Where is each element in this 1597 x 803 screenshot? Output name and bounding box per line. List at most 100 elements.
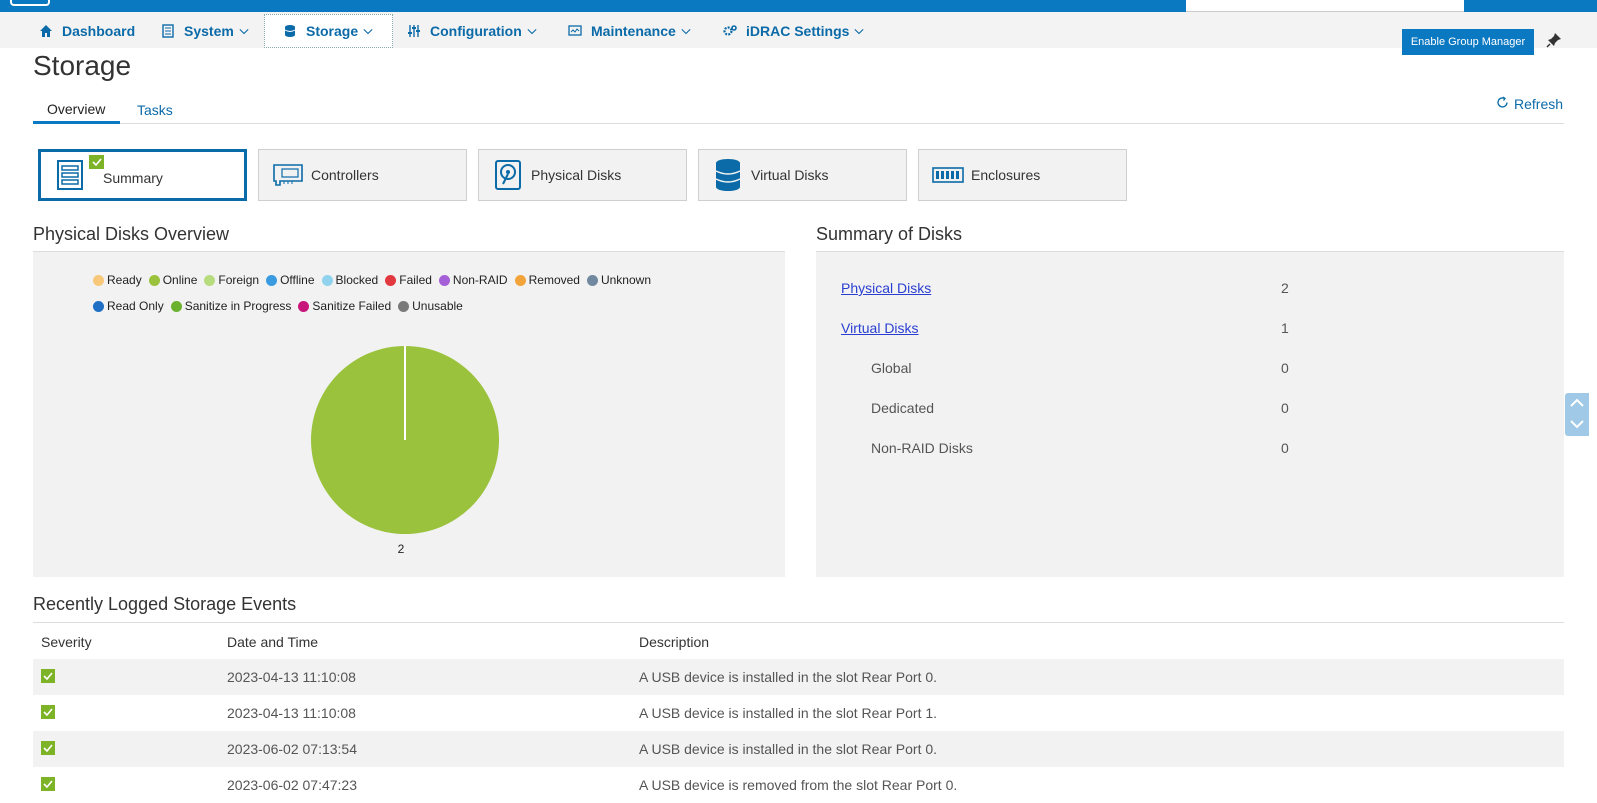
- home-icon: [38, 23, 54, 39]
- enable-group-manager-button[interactable]: Enable Group Manager: [1402, 29, 1534, 55]
- table-row: 2023-06-02 07:47:23 A USB device is remo…: [33, 767, 1564, 803]
- tab-tasks[interactable]: Tasks: [123, 96, 187, 124]
- table-row: 2023-06-02 07:13:54 A USB device is inst…: [33, 731, 1564, 767]
- nav-maintenance[interactable]: Maintenance: [567, 14, 691, 48]
- legend-swatch: [398, 300, 410, 312]
- legend-label: Unknown: [600, 273, 651, 287]
- legend-label: Foreign: [218, 273, 260, 287]
- gears-icon: [722, 23, 738, 39]
- tile-physical-disks[interactable]: Physical Disks: [478, 149, 687, 201]
- tile-virtual-disks[interactable]: Virtual Disks: [698, 149, 907, 201]
- legend-item[interactable]: Sanitize in Progress: [170, 299, 291, 313]
- legend-label: Removed: [528, 273, 580, 287]
- tab-overview[interactable]: Overview: [33, 96, 120, 124]
- column-date-time: Date and Time: [227, 634, 319, 650]
- nav-idrac-settings-label: iDRAC Settings: [746, 23, 850, 39]
- event-date: 2023-06-02 07:13:54: [227, 741, 357, 757]
- legend-label: Unusable: [412, 299, 463, 313]
- non-raid-count: 0: [1281, 440, 1289, 456]
- dedicated-label: Dedicated: [871, 400, 935, 416]
- legend-label: Online: [162, 273, 198, 287]
- search-box-fragment[interactable]: [1186, 0, 1464, 12]
- severity-ok-icon: [41, 705, 55, 719]
- event-description: A USB device is installed in the slot Re…: [639, 669, 938, 685]
- monitor-icon: [567, 23, 583, 39]
- scroll-buttons: [1565, 393, 1589, 436]
- summary-row-physical-disks: Physical Disks 2: [841, 280, 1341, 296]
- table-row: 2023-04-13 11:10:08 A USB device is inst…: [33, 659, 1564, 695]
- global-label: Global: [871, 360, 912, 376]
- pie-chart: [310, 345, 500, 535]
- legend-swatch: [586, 274, 598, 286]
- legend-item[interactable]: Offline: [266, 273, 315, 287]
- refresh-icon: [1496, 96, 1509, 112]
- severity-ok-icon: [41, 669, 55, 683]
- chevron-down-icon: [527, 26, 537, 36]
- legend-swatch: [170, 300, 182, 312]
- legend-swatch: [266, 274, 278, 286]
- legend-item[interactable]: Ready: [93, 273, 142, 287]
- legend-swatch: [514, 274, 526, 286]
- tile-virtual-disks-label: Virtual Disks: [751, 167, 829, 183]
- summary-row-dedicated: Dedicated 0: [871, 400, 1371, 416]
- legend-item[interactable]: Removed: [514, 273, 580, 287]
- legend-label: Failed: [399, 273, 432, 287]
- nav-system[interactable]: System: [160, 14, 249, 48]
- legend-label: Read Only: [107, 299, 164, 313]
- legend-item[interactable]: Unusable: [398, 299, 463, 313]
- legend-label: Sanitize Failed: [312, 299, 392, 313]
- tile-summary-label: Summary: [103, 170, 163, 186]
- legend-item[interactable]: Unknown: [586, 273, 651, 287]
- legend-swatch: [204, 274, 216, 286]
- tile-physical-disks-label: Physical Disks: [531, 167, 622, 183]
- global-count: 0: [1281, 360, 1289, 376]
- event-description: A USB device is installed in the slot Re…: [639, 705, 938, 721]
- scroll-down-icon[interactable]: [1570, 416, 1584, 434]
- pin-icon[interactable]: [1546, 32, 1562, 48]
- main-nav: Dashboard System Storage Configuration M…: [0, 12, 1597, 55]
- chevron-down-icon: [681, 26, 691, 36]
- legend-swatch: [321, 274, 333, 286]
- legend-label: Non-RAID: [452, 273, 508, 287]
- legend-swatch: [438, 274, 450, 286]
- database-icon: [711, 158, 745, 192]
- legend-swatch: [148, 274, 160, 286]
- legend-swatch: [93, 274, 104, 286]
- sliders-icon: [406, 23, 422, 39]
- nav-storage-label: Storage: [306, 23, 359, 39]
- scroll-up-icon[interactable]: [1570, 395, 1584, 413]
- legend-item[interactable]: Non-RAID: [438, 273, 508, 287]
- nav-dashboard[interactable]: Dashboard: [38, 14, 135, 48]
- chevron-down-icon: [363, 26, 373, 36]
- nav-storage[interactable]: Storage: [264, 14, 393, 48]
- refresh-button[interactable]: Refresh: [1496, 96, 1563, 112]
- legend-item[interactable]: Online: [148, 273, 198, 287]
- events-table-header: Severity Date and Time Description: [33, 622, 1564, 658]
- event-date: 2023-04-13 11:10:08: [227, 705, 356, 721]
- nav-configuration[interactable]: Configuration: [406, 14, 537, 48]
- non-raid-label: Non-RAID Disks: [871, 440, 973, 456]
- legend-item[interactable]: Sanitize Failed: [298, 299, 391, 313]
- tile-enclosures[interactable]: Enclosures: [918, 149, 1127, 201]
- tile-summary[interactable]: Summary: [38, 149, 247, 201]
- page-title: Storage: [33, 50, 132, 81]
- refresh-label: Refresh: [1514, 96, 1564, 112]
- column-description: Description: [639, 634, 710, 650]
- tile-controllers[interactable]: Controllers: [258, 149, 467, 201]
- virtual-disks-link[interactable]: Virtual Disks: [841, 320, 919, 336]
- nav-idrac-settings[interactable]: iDRAC Settings: [722, 14, 865, 48]
- legend-swatch: [385, 274, 397, 286]
- event-date: 2023-06-02 07:47:23: [227, 777, 357, 793]
- severity-ok-icon: [41, 741, 55, 755]
- legend-item[interactable]: Blocked: [321, 273, 378, 287]
- tile-enclosures-label: Enclosures: [971, 167, 1041, 183]
- event-description: A USB device is installed in the slot Re…: [639, 741, 938, 757]
- physical-disks-link[interactable]: Physical Disks: [841, 280, 931, 296]
- logo-fragment: [10, 0, 50, 6]
- summary-row-virtual-disks: Virtual Disks 1: [841, 320, 1341, 336]
- legend-item[interactable]: Read Only: [93, 299, 164, 313]
- nav-maintenance-label: Maintenance: [591, 23, 676, 39]
- legend-item[interactable]: Failed: [385, 273, 432, 287]
- legend-item[interactable]: Foreign: [204, 273, 259, 287]
- physical-disks-count: 2: [1281, 280, 1289, 296]
